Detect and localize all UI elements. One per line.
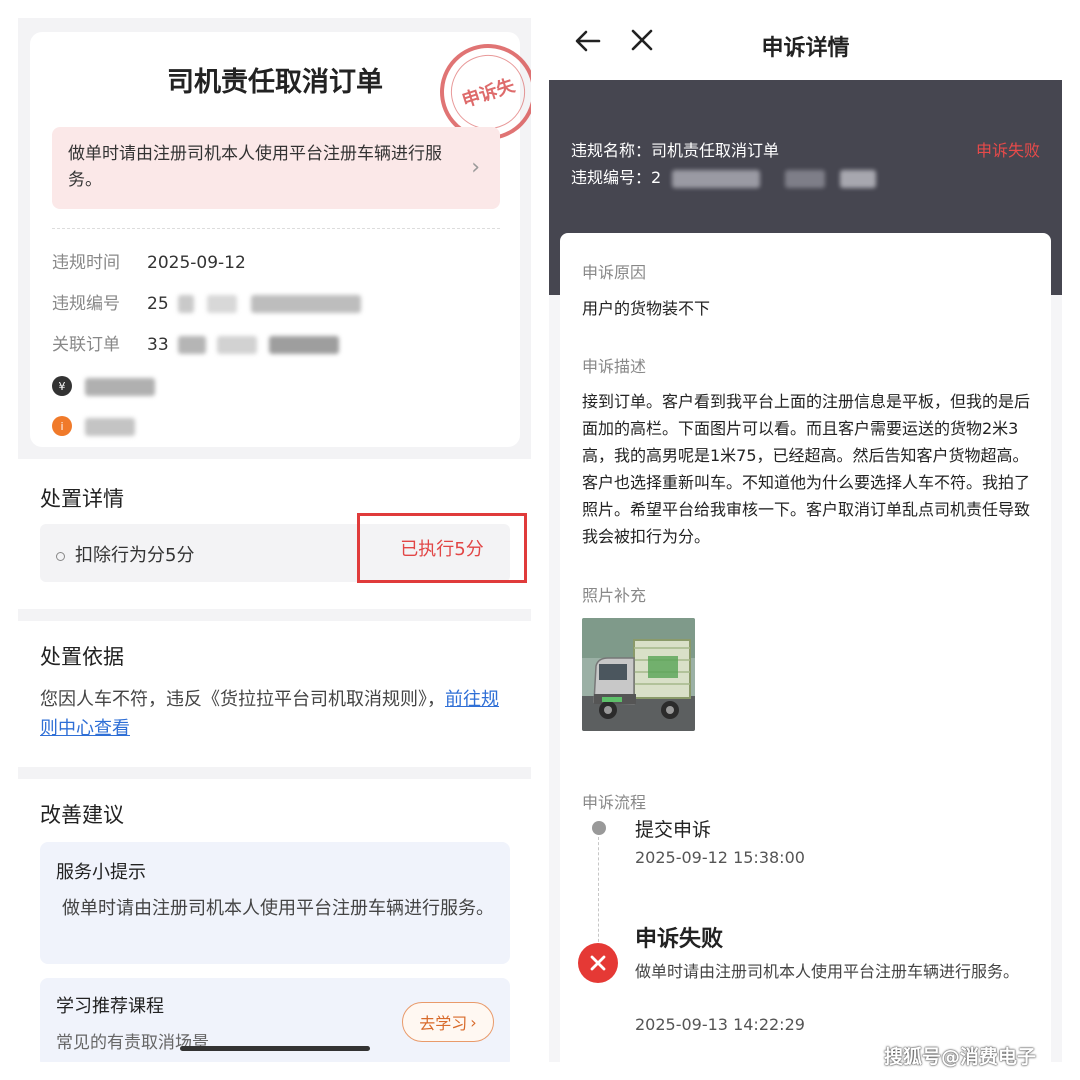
redacted-block [785, 169, 826, 188]
flow-step-failed-desc: 做单时请由注册司机本人使用平台注册车辆进行服务。 [635, 962, 1020, 981]
photo-label: 照片补充 [582, 586, 647, 605]
source-credit: 搜狐号@消费电子 [884, 1046, 1037, 1068]
flow-step-failed: 申诉失败 [635, 927, 724, 952]
redacted-block [207, 295, 238, 313]
study-button-label: 去学习 [419, 1014, 468, 1033]
flow-label: 申诉流程 [582, 793, 647, 812]
notice-banner[interactable]: 做单时请由注册司机本人使用平台注册车辆进行服务。 › [52, 127, 500, 209]
truck-photo[interactable] [582, 618, 695, 731]
bullet-icon [56, 551, 65, 561]
divider [52, 228, 500, 229]
handling-item-label: 扣除行为分5分 [75, 545, 195, 566]
header-title: 申诉详情 [761, 36, 850, 61]
flow-step-failed-time: 2025-09-13 14:22:29 [635, 1015, 805, 1034]
redacted-block [672, 169, 761, 188]
chevron-right-icon: › [471, 155, 480, 180]
failed-x-icon [578, 943, 618, 983]
violation-card: 司机责任取消订单 申诉失 做单时请由注册司机本人使用平台注册车辆进行服务。 › … [30, 31, 531, 447]
violation-id-value: 25 [147, 294, 169, 314]
badge-icon: i [52, 416, 72, 436]
violation-name-label: 违规名称： [571, 141, 652, 160]
related-order-value: 33 [147, 335, 169, 355]
redacted-block [268, 336, 339, 354]
nav-header: 申诉详情 [549, 0, 1062, 80]
redacted-block [85, 418, 135, 436]
basis-title: 处置依据 [40, 645, 124, 669]
reason-text: 用户的货物装不下 [582, 299, 711, 318]
advice-title: 改善建议 [40, 803, 124, 827]
redacted-block [85, 378, 155, 396]
description-text: 接到订单。客户看到我平台上面的注册信息是平板，但我的是后面加的高栏。下面图片可以… [582, 392, 1031, 546]
tip-title: 服务小提示 [56, 862, 146, 883]
violation-detail-panel: 司机责任取消订单 申诉失 做单时请由注册司机本人使用平台注册车辆进行服务。 › … [18, 18, 531, 1062]
redacted-block [217, 336, 258, 354]
appeal-detail-panel: 申诉详情 违规名称：司机责任取消订单 违规编号：2 申诉失败 申诉原因 用户的货… [549, 0, 1062, 1062]
chevron-right-icon: › [470, 1012, 477, 1032]
violation-id-label-right: 违规编号： [571, 168, 652, 187]
appeal-status: 申诉失败 [975, 141, 1040, 160]
handling-title: 处置详情 [40, 487, 124, 511]
notice-text: 做单时请由注册司机本人使用平台注册车辆进行服务。 [68, 144, 442, 190]
flow-step-submit-time: 2025-09-12 15:38:00 [635, 848, 805, 867]
home-indicator[interactable] [180, 1046, 370, 1051]
violation-name-value: 司机责任取消订单 [651, 141, 780, 160]
violation-id-value-right: 2 [651, 168, 662, 187]
related-order-row: 关联订单 33 [52, 332, 339, 358]
executed-status: 已执行5分 [357, 513, 527, 583]
money-icon: ¥ [52, 376, 72, 396]
violation-id-row: 违规编号 25 [52, 291, 361, 317]
redacted-block [178, 295, 195, 313]
basis-body: 您因人车不符，违反《货拉拉平台司机取消规则》， [40, 689, 445, 710]
reason-label: 申诉原因 [582, 263, 647, 282]
course-title: 学习推荐课程 [56, 996, 164, 1017]
violation-id-value-wrap: 25 [147, 291, 361, 317]
basis-text: 您因人车不符，违反《货拉拉平台司机取消规则》，前往规则中心查看 [40, 685, 510, 743]
timeline-dot [592, 821, 606, 835]
description-label: 申诉描述 [582, 357, 647, 376]
service-tip-card: 服务小提示 做单时请由注册司机本人使用平台注册车辆进行服务。 [40, 842, 510, 964]
related-order-value-wrap: 33 [147, 332, 339, 358]
timeline-line [598, 837, 599, 947]
flow-step-submit: 提交申诉 [635, 819, 712, 841]
violation-id-label: 违规编号 [52, 294, 120, 314]
violation-time-value: 2025-09-12 [147, 253, 246, 273]
related-order-label: 关联订单 [52, 335, 120, 355]
study-button[interactable]: 去学习 › [402, 1002, 494, 1042]
violation-time-row: 违规时间 2025-09-12 [52, 250, 246, 276]
redacted-block [840, 169, 877, 188]
violation-name-row: 违规名称：司机责任取消订单 [571, 137, 779, 161]
violation-time-label: 违规时间 [52, 253, 120, 273]
violation-id-row-right: 违规编号：2 [571, 164, 877, 188]
redacted-block [178, 336, 207, 354]
redacted-block [250, 295, 361, 313]
handling-item-row: 扣除行为分5分 [56, 541, 194, 567]
appeal-card: 申诉原因 用户的货物装不下 申诉描述 接到订单。客户看到我平台上面的注册信息是平… [560, 233, 1051, 1062]
tip-body: 做单时请由注册司机本人使用平台注册车辆进行服务。 [62, 898, 494, 919]
